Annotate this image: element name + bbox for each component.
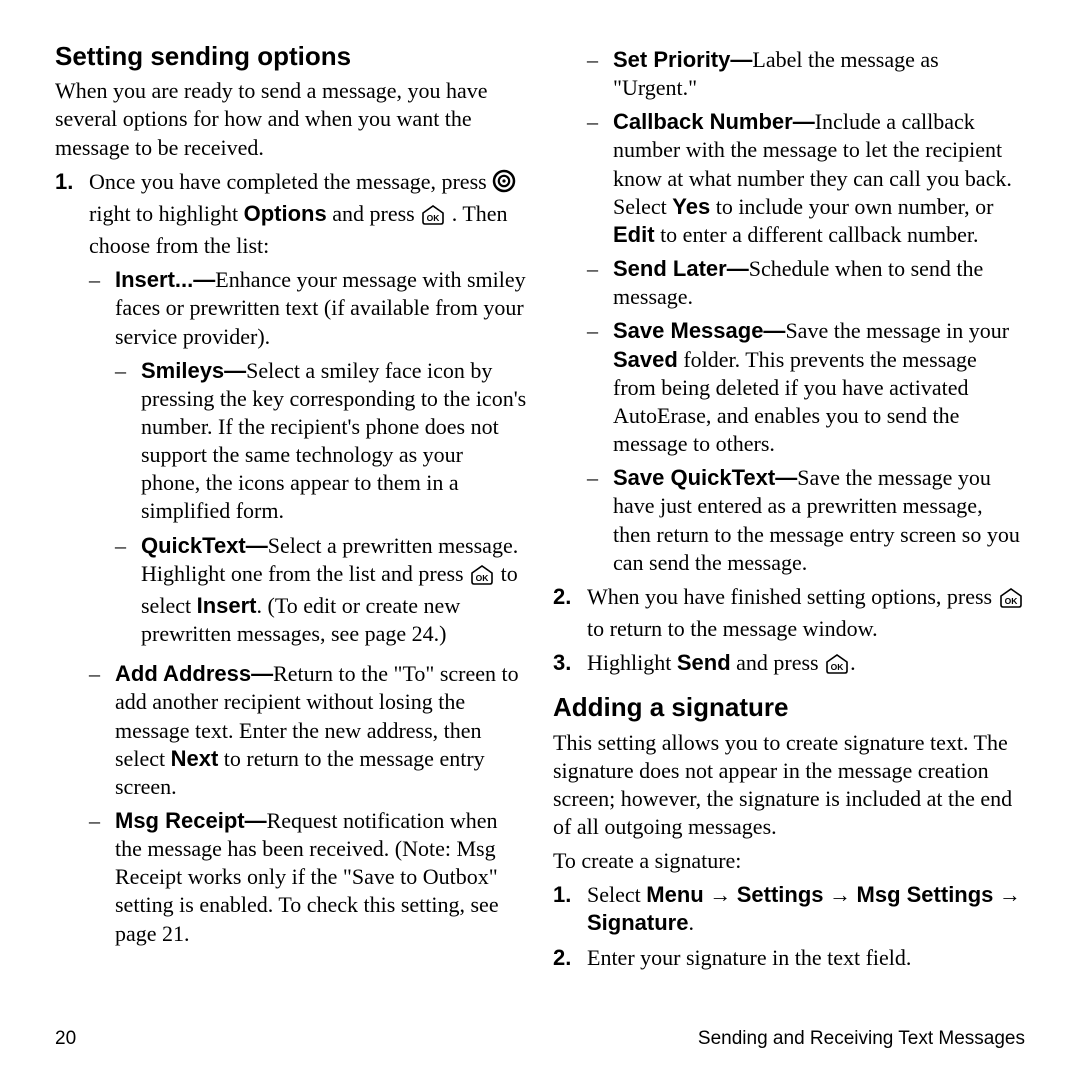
page-footer: 20 Sending and Receiving Text Messages	[55, 1028, 1025, 1050]
insert-sublist: – Smileys—Select a smiley face icon by p…	[115, 357, 527, 649]
sig-step-1: 1. Select Menu → Settings → Msg Settings…	[553, 881, 1025, 937]
svg-text:OK: OK	[476, 573, 490, 583]
dash-marker: –	[89, 660, 115, 801]
footer-title: Sending and Receiving Text Messages	[698, 1028, 1025, 1050]
page: Setting sending options When you are rea…	[0, 0, 1080, 1080]
step-marker: 3.	[553, 649, 587, 681]
nav-circle-icon	[492, 169, 516, 200]
columns: Setting sending options When you are rea…	[55, 40, 1025, 1010]
option-smileys: – Smileys—Select a smiley face icon by p…	[115, 357, 527, 526]
option-insert: – Insert...—Enhance your message with sm…	[89, 266, 527, 654]
options-word: Options	[244, 201, 327, 226]
step-3: 3. Highlight Send and press OK .	[553, 649, 1025, 681]
option-send-later: – Send Later—Schedule when to send the m…	[587, 255, 1025, 311]
steps-list-cont: 2. When you have finished setting option…	[553, 583, 1025, 681]
option-msg-receipt: – Msg Receipt—Request notification when …	[89, 807, 527, 948]
insert-label: Insert...—	[115, 267, 215, 292]
right-column: – Set Priority—Label the message as "Urg…	[553, 40, 1025, 1010]
sig-step-2: 2. Enter your signature in the text fiel…	[553, 944, 1025, 972]
section-title: Setting sending options	[55, 40, 527, 73]
dash-marker: –	[587, 46, 613, 102]
settings-word: Settings	[737, 882, 824, 907]
steps-list: 1. Once you have completed the message, …	[55, 168, 527, 954]
dash-marker: –	[89, 807, 115, 948]
signature-word: Signature	[587, 910, 688, 935]
step-body: Once you have completed the message, pre…	[89, 168, 527, 954]
dash-marker: –	[115, 357, 141, 526]
options-sublist: – Insert...—Enhance your message with sm…	[89, 266, 527, 948]
text: to return to the message window.	[587, 616, 878, 641]
option-callback-number: – Callback Number—Include a callback num…	[587, 108, 1025, 249]
insert-word: Insert	[197, 593, 257, 618]
step-marker: 2.	[553, 583, 587, 643]
text: Enter your signature in the text field.	[587, 945, 911, 970]
options-sublist-cont: – Set Priority—Label the message as "Urg…	[587, 46, 1025, 577]
text: and press	[731, 650, 824, 675]
period: .	[688, 910, 694, 935]
text: .	[850, 650, 856, 675]
arrow: →	[704, 882, 737, 907]
step-marker: 1.	[55, 168, 89, 954]
intro-paragraph: This setting allows you to create signat…	[553, 729, 1025, 842]
savemsg-label: Save Message—	[613, 318, 785, 343]
savequick-label: Save QuickText—	[613, 465, 797, 490]
dash-marker: –	[587, 464, 613, 577]
dash-marker: –	[587, 255, 613, 311]
step-2: 2. When you have finished setting option…	[553, 583, 1025, 643]
svg-text:OK: OK	[427, 213, 441, 223]
option-add-address: – Add Address—Return to the "To" screen …	[89, 660, 527, 801]
dash-marker: –	[89, 266, 115, 654]
ok-key-icon: OK	[420, 204, 446, 232]
option-save-quicktext: – Save QuickText—Save the message you ha…	[587, 464, 1025, 577]
dash-marker: –	[587, 108, 613, 249]
text: Select	[587, 882, 646, 907]
text: and press	[332, 201, 420, 226]
saved-word: Saved	[613, 347, 678, 372]
yes-word: Yes	[672, 194, 710, 219]
step-marker: 2.	[553, 944, 587, 972]
ok-key-icon: OK	[469, 564, 495, 592]
msgsettings-word: Msg Settings	[857, 882, 994, 907]
text: When you have finished setting options, …	[587, 584, 998, 609]
next-word: Next	[171, 746, 219, 771]
text: Save the message in your	[785, 318, 1009, 343]
menu-word: Menu	[646, 882, 703, 907]
arrow: →	[993, 882, 1021, 907]
option-set-priority: – Set Priority—Label the message as "Urg…	[587, 46, 1025, 102]
svg-text:OK: OK	[831, 662, 845, 672]
ok-key-icon: OK	[998, 587, 1024, 615]
text: Once you have completed the message, pre…	[89, 169, 492, 194]
sendlater-label: Send Later—	[613, 256, 749, 281]
intro-paragraph: When you are ready to send a message, yo…	[55, 77, 527, 161]
dash-marker: –	[587, 317, 613, 458]
dash-marker: –	[115, 532, 141, 649]
text: right to highlight	[89, 201, 244, 226]
callback-label: Callback Number—	[613, 109, 815, 134]
section-title: Adding a signature	[553, 691, 1025, 724]
page-number: 20	[55, 1028, 76, 1050]
send-word: Send	[677, 650, 731, 675]
option-save-message: – Save Message—Save the message in your …	[587, 317, 1025, 458]
step-marker: 1.	[553, 881, 587, 937]
option-quicktext: – QuickText—Select a prewritten message.…	[115, 532, 527, 649]
ok-key-icon: OK	[824, 653, 850, 681]
svg-text:OK: OK	[1004, 596, 1018, 606]
arrow: →	[824, 882, 857, 907]
lead-paragraph: To create a signature:	[553, 847, 1025, 875]
edit-word: Edit	[613, 222, 655, 247]
smileys-label: Smileys—	[141, 358, 246, 383]
quicktext-label: QuickText—	[141, 533, 268, 558]
text: to enter a different callback number.	[655, 222, 979, 247]
signature-steps: 1. Select Menu → Settings → Msg Settings…	[553, 881, 1025, 971]
text: to include your own number, or	[710, 194, 993, 219]
step-1: 1. Once you have completed the message, …	[55, 168, 527, 954]
addaddr-label: Add Address—	[115, 661, 273, 686]
setpriority-label: Set Priority—	[613, 47, 752, 72]
left-column: Setting sending options When you are rea…	[55, 40, 527, 1010]
text: Highlight	[587, 650, 677, 675]
msgreceipt-label: Msg Receipt—	[115, 808, 267, 833]
